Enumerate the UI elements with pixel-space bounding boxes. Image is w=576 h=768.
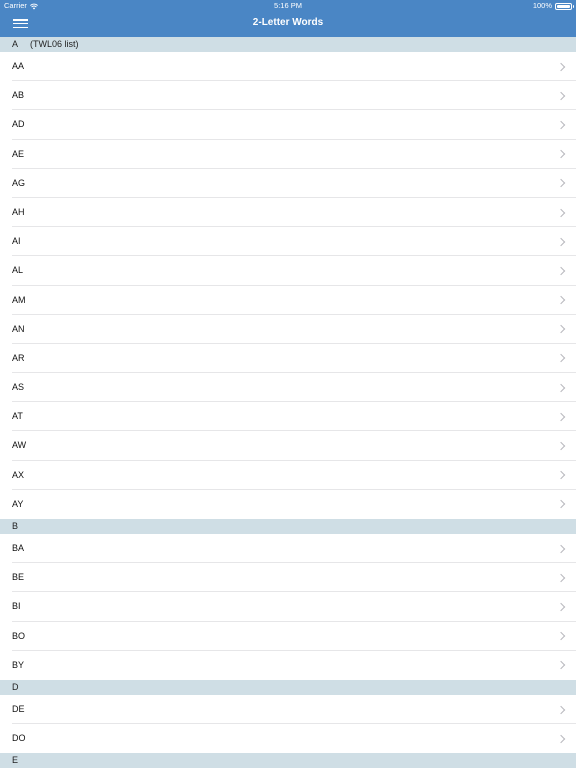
list-item[interactable]: AL bbox=[0, 256, 576, 286]
chevron-right-icon bbox=[556, 412, 566, 422]
word-label: AY bbox=[12, 498, 24, 509]
top-bar: Carrier 5:16 PM 100% 2-Letter Words bbox=[0, 0, 576, 37]
list-item[interactable]: BY bbox=[0, 650, 576, 680]
section-letter: B bbox=[12, 521, 19, 531]
section-header: D bbox=[0, 679, 576, 695]
word-label: AA bbox=[12, 61, 25, 71]
section-header: B bbox=[0, 519, 576, 534]
chevron-right-icon bbox=[556, 602, 566, 612]
list-item[interactable]: AM bbox=[0, 285, 576, 315]
chevron-right-icon bbox=[556, 179, 566, 188]
chevron-right-icon bbox=[556, 266, 566, 276]
chevron-right-icon bbox=[556, 500, 566, 509]
word-label: AI bbox=[12, 236, 21, 247]
list-item[interactable]: AS bbox=[0, 373, 576, 403]
word-label: AS bbox=[12, 382, 25, 393]
chevron-right-icon bbox=[556, 631, 566, 641]
list-item[interactable]: AE bbox=[0, 139, 576, 169]
word-label: BE bbox=[12, 572, 25, 583]
chevron-right-icon bbox=[556, 470, 566, 480]
list-item[interactable]: BA bbox=[0, 534, 576, 564]
list-item[interactable]: AI bbox=[0, 227, 576, 257]
chevron-right-icon bbox=[556, 544, 566, 553]
section-letter: A bbox=[12, 39, 19, 49]
chevron-right-icon bbox=[556, 325, 566, 334]
status-bar: Carrier 5:16 PM 100% bbox=[0, 0, 576, 12]
word-label: AM bbox=[12, 294, 26, 305]
chevron-right-icon bbox=[556, 62, 566, 71]
word-label: AB bbox=[12, 90, 25, 101]
word-label: BY bbox=[12, 659, 25, 670]
word-label: BO bbox=[12, 630, 26, 641]
word-label: AH bbox=[12, 206, 25, 217]
chevron-right-icon bbox=[556, 441, 566, 451]
section-note: (TWL06 list) bbox=[30, 39, 79, 49]
list-item[interactable]: DO bbox=[0, 724, 576, 754]
list-item[interactable]: AG bbox=[0, 168, 576, 198]
word-label: AL bbox=[12, 265, 24, 276]
section-header: E bbox=[0, 753, 576, 768]
list-item[interactable]: AT bbox=[0, 402, 576, 432]
list-item[interactable]: AN bbox=[0, 314, 576, 344]
navigation-bar: 2-Letter Words bbox=[0, 12, 576, 37]
section-letter: D bbox=[12, 681, 19, 692]
word-label: AG bbox=[12, 177, 26, 188]
word-label: AT bbox=[12, 411, 23, 422]
chevron-right-icon bbox=[556, 661, 566, 670]
chevron-right-icon bbox=[556, 734, 566, 743]
word-label: AR bbox=[12, 352, 25, 363]
chevron-right-icon bbox=[556, 149, 566, 159]
chevron-right-icon bbox=[556, 120, 566, 130]
chevron-right-icon bbox=[556, 354, 566, 363]
word-list[interactable]: A (TWL06 list) AA AB AD AE AG AH AI AL AM AN AR AS AT A… bbox=[0, 37, 576, 768]
list-item[interactable]: BE bbox=[0, 563, 576, 593]
status-time: 5:16 PM bbox=[274, 1, 302, 10]
word-label: AW bbox=[12, 440, 27, 451]
section-letter: E bbox=[12, 755, 19, 766]
chevron-right-icon bbox=[556, 91, 566, 101]
chevron-right-icon bbox=[556, 237, 566, 246]
chevron-right-icon bbox=[556, 295, 566, 305]
battery-percent: 100% bbox=[532, 1, 552, 10]
list-item[interactable]: BI bbox=[0, 592, 576, 622]
battery-icon bbox=[555, 2, 574, 10]
word-label: AD bbox=[12, 119, 25, 130]
word-label: BA bbox=[12, 543, 25, 553]
chevron-right-icon bbox=[556, 573, 566, 583]
word-label: BI bbox=[12, 601, 21, 612]
word-label: AX bbox=[12, 469, 25, 480]
list-item[interactable]: AR bbox=[0, 343, 576, 374]
list-item[interactable]: AH bbox=[0, 197, 576, 228]
list-item[interactable]: AX bbox=[0, 460, 576, 490]
list-item[interactable]: AD bbox=[0, 110, 576, 140]
battery-indicator: 100% bbox=[532, 0, 574, 12]
list-item[interactable]: AW bbox=[0, 431, 576, 461]
chevron-right-icon bbox=[556, 383, 566, 392]
word-label: DE bbox=[12, 703, 25, 714]
list-item[interactable]: DE bbox=[0, 694, 576, 725]
word-label: AN bbox=[12, 323, 25, 334]
list-item[interactable]: BO bbox=[0, 621, 576, 651]
chevron-right-icon bbox=[556, 208, 566, 217]
chevron-right-icon bbox=[556, 705, 566, 714]
list-item[interactable]: AA bbox=[0, 52, 576, 82]
word-label: DO bbox=[12, 733, 26, 744]
list-item[interactable]: AY bbox=[0, 489, 576, 519]
word-label: AE bbox=[12, 148, 25, 159]
page-title: 2-Letter Words bbox=[252, 17, 324, 28]
section-header: A (TWL06 list) bbox=[0, 37, 576, 52]
list-item[interactable]: AB bbox=[0, 81, 576, 111]
